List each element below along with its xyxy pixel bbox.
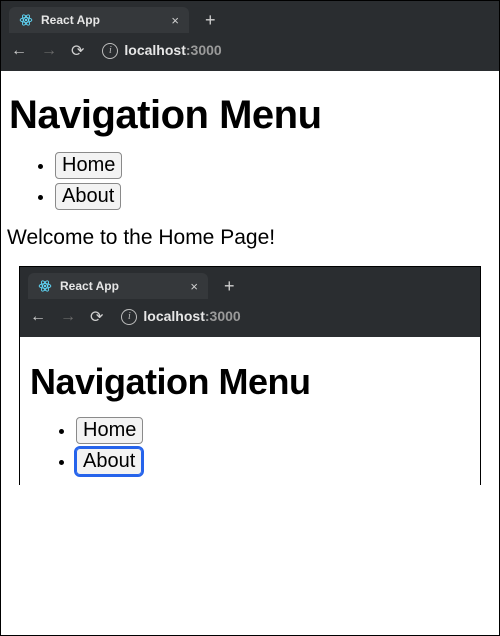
list-item: About [55, 183, 491, 210]
site-info-icon[interactable]: i [102, 43, 118, 59]
reload-button[interactable]: ⟳ [71, 41, 84, 61]
react-icon [19, 13, 33, 27]
list-item: Home [55, 152, 491, 179]
close-icon[interactable]: × [190, 280, 198, 293]
page-content: Navigation Menu Home About Welcome to th… [1, 71, 499, 262]
tab-title: React App [41, 13, 163, 27]
page-content: Navigation Menu Home About [20, 337, 480, 485]
nav-list: Home About [55, 152, 491, 210]
close-icon[interactable]: × [171, 14, 179, 27]
list-item: Home [76, 417, 470, 444]
nav-list: Home About [76, 417, 470, 475]
browser-window-1: React App × + ← → ⟳ i localhost:3000 Nav… [1, 1, 499, 262]
forward-button[interactable]: → [41, 42, 57, 60]
reload-button[interactable]: ⟳ [90, 307, 103, 327]
page-heading: Navigation Menu [9, 93, 491, 138]
back-button[interactable]: ← [30, 308, 46, 326]
url-host: localhost [124, 42, 185, 58]
new-tab-button[interactable]: + [216, 274, 243, 299]
nav-bar: ← → ⟳ i localhost:3000 [20, 299, 480, 337]
react-icon [38, 279, 52, 293]
url-port: :3000 [186, 42, 222, 58]
tab-bar: React App × + [20, 267, 480, 299]
back-button[interactable]: ← [11, 42, 27, 60]
about-button[interactable]: About [76, 448, 142, 475]
about-button[interactable]: About [55, 183, 121, 210]
new-tab-button[interactable]: + [197, 8, 224, 33]
tab[interactable]: React App × [28, 273, 208, 299]
home-button[interactable]: Home [55, 152, 122, 179]
browser-chrome: React App × + ← → ⟳ i localhost:3000 [20, 267, 480, 337]
page-heading: Navigation Menu [30, 361, 470, 403]
address-bar[interactable]: i localhost:3000 [98, 42, 225, 60]
browser-window-2: React App × + ← → ⟳ i localhost:3000 Nav… [19, 266, 481, 485]
home-button[interactable]: Home [76, 417, 143, 444]
url-host: localhost [143, 308, 204, 324]
tab-title: React App [60, 279, 182, 293]
list-item: About [76, 448, 470, 475]
welcome-text: Welcome to the Home Page! [7, 226, 491, 250]
tab[interactable]: React App × [9, 7, 189, 33]
nav-bar: ← → ⟳ i localhost:3000 [1, 33, 499, 71]
forward-button[interactable]: → [60, 308, 76, 326]
site-info-icon[interactable]: i [121, 309, 137, 325]
browser-chrome: React App × + ← → ⟳ i localhost:3000 [1, 1, 499, 71]
address-bar[interactable]: i localhost:3000 [117, 308, 244, 326]
url-port: :3000 [205, 308, 241, 324]
tab-bar: React App × + [1, 1, 499, 33]
